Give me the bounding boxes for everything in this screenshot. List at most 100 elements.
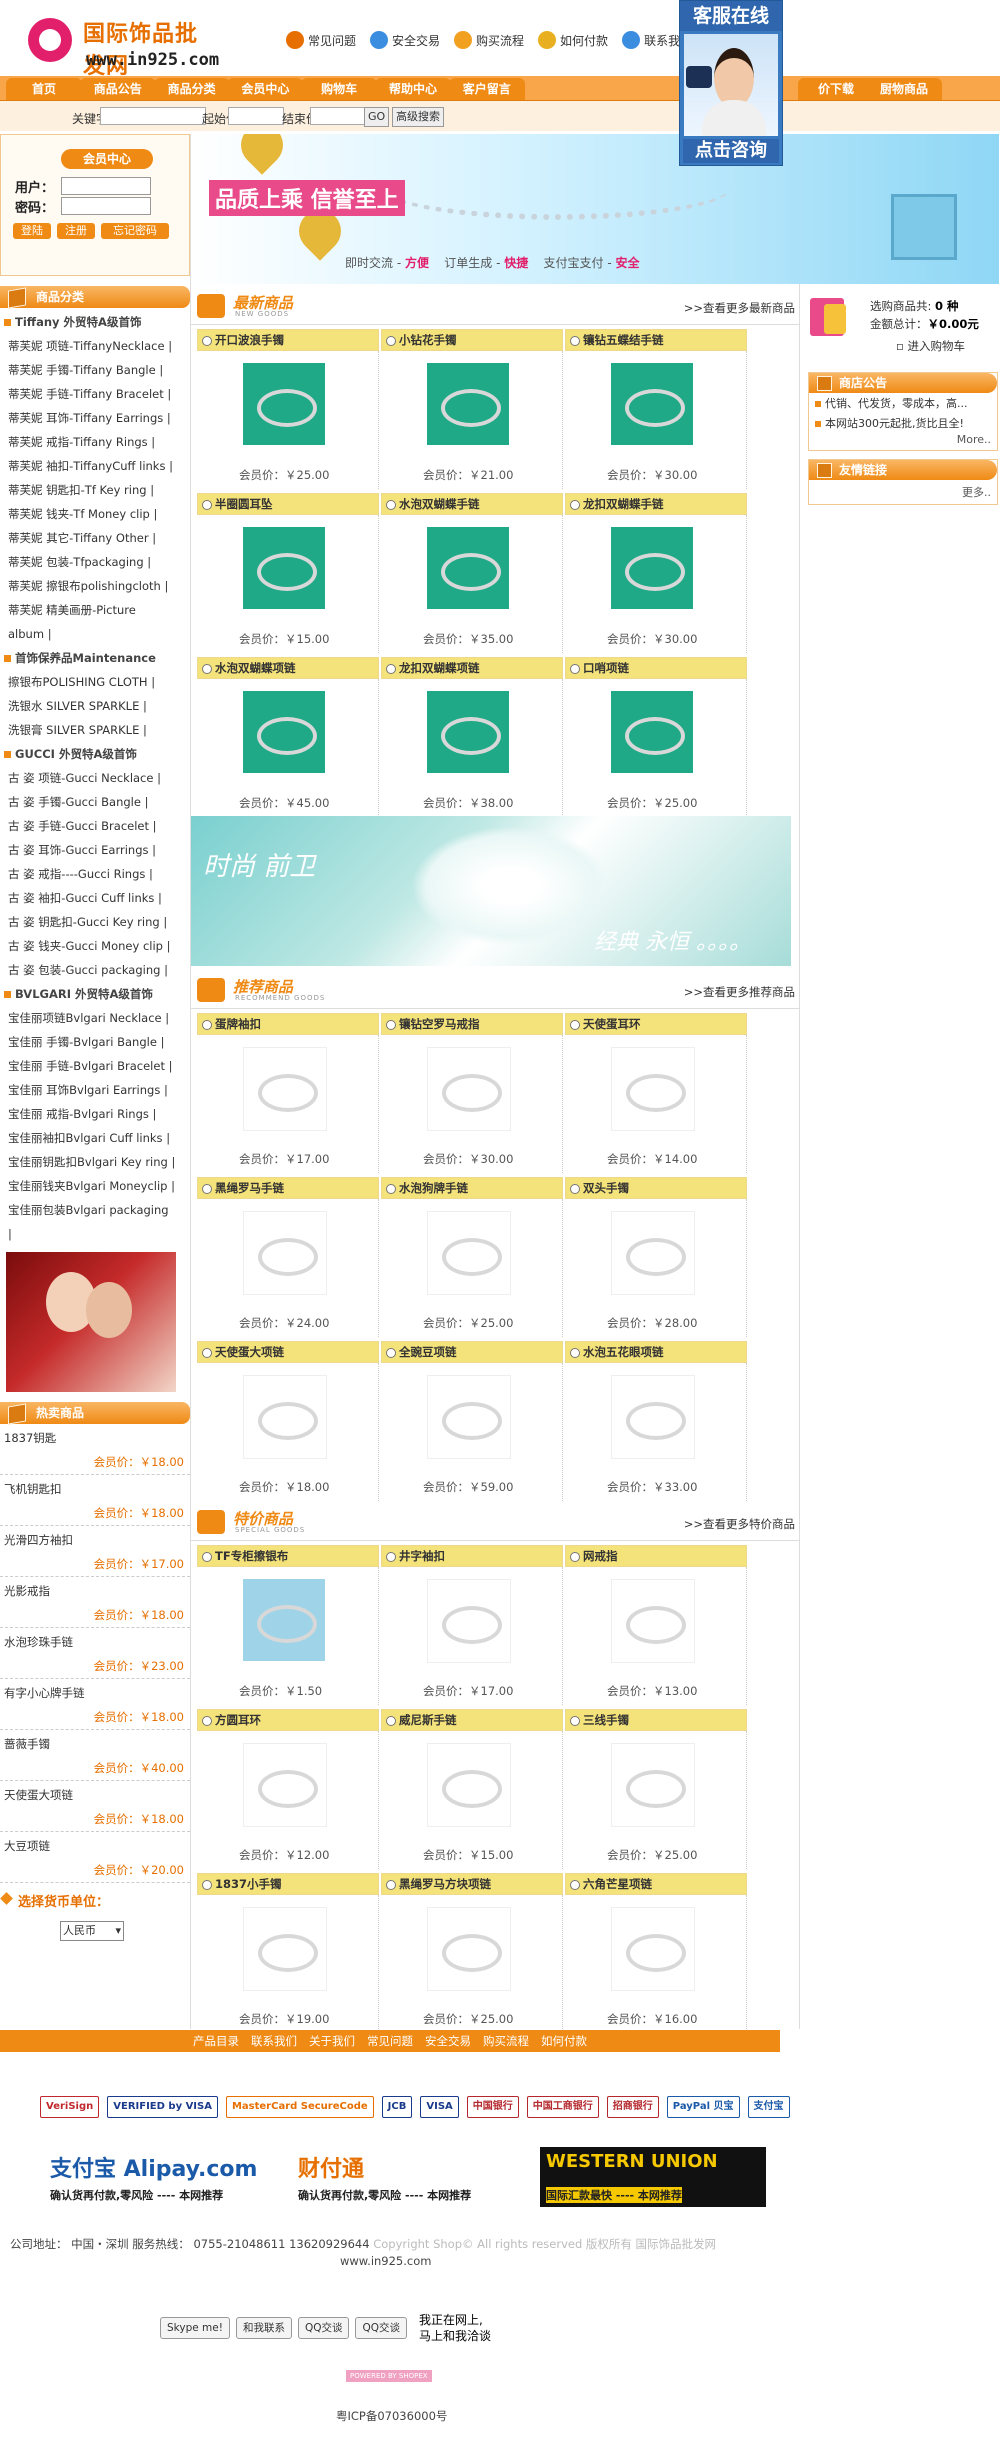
product-name[interactable]: 六角芒星项链 xyxy=(565,1873,747,1895)
customer-service-widget[interactable]: 客服在线 点击咨询 xyxy=(679,0,783,166)
category-item[interactable]: 宝佳丽 手链-Bvlgari Bracelet | xyxy=(0,1054,190,1078)
product-card[interactable]: 黑绳罗马手链 会员价：￥24.00 xyxy=(197,1177,379,1337)
category-item[interactable]: 古 姿 耳饰-Gucci Earrings | xyxy=(0,838,190,862)
product-name[interactable]: 天使蛋大项链 xyxy=(197,1341,379,1363)
product-image[interactable] xyxy=(427,363,509,445)
category-item[interactable]: 蒂芙妮 袖扣-TiffanyCuff links | xyxy=(0,454,190,478)
hot-item[interactable]: 1837钥匙 会员价：￥18.00 xyxy=(0,1424,190,1475)
nav-item[interactable]: 帮助中心 xyxy=(375,78,451,100)
category-item[interactable]: 古 姿 钥匙扣-Gucci Key ring | xyxy=(0,910,190,934)
product-card[interactable]: 1837小手镯 会员价：￥19.00 xyxy=(197,1873,379,2033)
product-name[interactable]: 开口波浪手镯 xyxy=(197,329,379,351)
username-input[interactable] xyxy=(61,177,151,195)
product-name[interactable]: 龙扣双蝴蝶项链 xyxy=(381,657,563,679)
product-name[interactable]: TF专柜擦银布 xyxy=(197,1545,379,1567)
category-item[interactable]: 古 姿 手链-Gucci Bracelet | xyxy=(0,814,190,838)
product-card[interactable]: 水泡双蝴蝶项链 会员价：￥45.00 xyxy=(197,657,379,817)
nav-item[interactable]: 购物车 xyxy=(301,78,378,100)
keyword-input[interactable] xyxy=(100,107,206,125)
category-item[interactable]: 蒂芙妮 钱夹-Tf Money clip | xyxy=(0,502,190,526)
footer-site-url[interactable]: www.in925.com xyxy=(340,2254,431,2268)
product-image[interactable] xyxy=(611,1579,695,1663)
western-union-badge[interactable]: WESTERN UNION 国际汇款最快 ---- 本网推荐 xyxy=(540,2147,766,2207)
hot-item[interactable]: 蔷薇手镯 会员价：￥40.00 xyxy=(0,1730,190,1781)
category-item[interactable]: 宝佳丽 手镯-Bvlgari Bangle | xyxy=(0,1030,190,1054)
product-image[interactable] xyxy=(243,691,325,773)
product-card[interactable]: 天使蛋耳环 会员价：￥14.00 xyxy=(565,1013,747,1173)
category-item[interactable]: 宝佳丽 戒指-Bvlgari Rings | xyxy=(0,1102,190,1126)
hot-item[interactable]: 有字小心牌手链 会员价：￥18.00 xyxy=(0,1679,190,1730)
product-card[interactable]: 小钻花手镯 会员价：￥21.00 xyxy=(381,329,563,489)
product-card[interactable]: 水泡五花眼项链 会员价：￥33.00 xyxy=(565,1341,747,1501)
product-name[interactable]: 镶钻五蝶结手链 xyxy=(565,329,747,351)
contact-button[interactable]: QQ交谈 xyxy=(297,2317,350,2339)
nav-item[interactable]: 商品分类 xyxy=(153,78,230,100)
category-item[interactable]: 蒂芙妮 精美画册-Picture xyxy=(0,598,190,622)
hot-item[interactable]: 水泡珍珠手链 会员价：￥23.00 xyxy=(0,1628,190,1679)
product-name[interactable]: 威尼斯手链 xyxy=(381,1709,563,1731)
nav-item[interactable]: 商品公告 xyxy=(79,78,156,100)
category-item[interactable]: 蒂芙妮 其它-Tiffany Other | xyxy=(0,526,190,550)
currency-select[interactable]: 人民币 xyxy=(60,1921,124,1941)
footer-nav-link[interactable]: 安全交易 xyxy=(425,2030,471,2052)
category-item[interactable]: 蒂芙妮 手镯-Tiffany Bangle | xyxy=(0,358,190,382)
product-image[interactable] xyxy=(611,691,693,773)
end-price-input[interactable] xyxy=(310,107,366,125)
product-name[interactable]: 水泡双蝴蝶手链 xyxy=(381,493,563,515)
category-item[interactable]: 宝佳丽钥匙扣Bvlgari Key ring | xyxy=(0,1150,190,1174)
notice-more-link[interactable]: More.. xyxy=(809,433,997,450)
icp-record[interactable]: 粤ICP备07036000号 xyxy=(336,2408,447,2424)
category-group[interactable]: GUCCI 外贸特A级首饰 xyxy=(0,742,190,766)
product-image[interactable] xyxy=(427,1375,511,1459)
footer-nav-link[interactable]: 购买流程 xyxy=(483,2030,529,2052)
chat-invite[interactable]: 我正在网上, 马上和我洽谈 xyxy=(419,2312,491,2344)
product-image[interactable] xyxy=(243,1211,327,1295)
product-name[interactable]: 水泡五花眼项链 xyxy=(565,1341,747,1363)
product-image[interactable] xyxy=(427,1907,511,1991)
nav-item[interactable]: 价下载 xyxy=(798,78,874,100)
product-name[interactable]: 黑绳罗马手链 xyxy=(197,1177,379,1199)
product-image[interactable] xyxy=(243,1743,327,1827)
top-link[interactable]: 购买流程 xyxy=(454,30,524,50)
product-card[interactable]: 全豌豆项链 会员价：￥59.00 xyxy=(381,1341,563,1501)
top-link[interactable]: 如何付款 xyxy=(538,30,608,50)
product-card[interactable]: 镶钻空罗马戒指 会员价：￥30.00 xyxy=(381,1013,563,1173)
category-item[interactable]: 蒂芙妮 擦银布polishingcloth | xyxy=(0,574,190,598)
product-name[interactable]: 龙扣双蝴蝶手链 xyxy=(565,493,747,515)
top-link[interactable]: 常见问题 xyxy=(286,30,356,50)
product-image[interactable] xyxy=(611,527,693,609)
product-name[interactable]: 网戒指 xyxy=(565,1545,747,1567)
tenpay-badge[interactable]: 财付通 确认货再付款,零风险 ---- 本网推荐 xyxy=(292,2147,518,2207)
product-name[interactable]: 双头手镯 xyxy=(565,1177,747,1199)
nav-item[interactable]: 厨物商品 xyxy=(866,78,942,100)
product-card[interactable]: 龙扣双蝴蝶项链 会员价：￥38.00 xyxy=(381,657,563,817)
top-banner[interactable]: 品质上乘 信誉至上 即时交流 - 方便 订单生成 - 快捷 支付宝支付 - 安全 xyxy=(191,134,999,284)
forgot-password-button[interactable]: 忘记密码 xyxy=(101,223,169,239)
site-logo[interactable]: 国际饰品批发网 www.in925.com xyxy=(28,14,219,79)
product-image[interactable] xyxy=(243,1579,325,1661)
product-card[interactable]: 龙扣双蝴蝶手链 会员价：￥30.00 xyxy=(565,493,747,653)
nav-item[interactable]: 会员中心 xyxy=(227,78,304,100)
ribbon-banner[interactable]: 时尚 前卫 经典 永恒 。。。。 xyxy=(191,816,791,966)
category-item[interactable]: 蒂芙妮 耳饰-Tiffany Earrings | xyxy=(0,406,190,430)
footer-nav-link[interactable]: 关于我们 xyxy=(309,2030,355,2052)
product-image[interactable] xyxy=(427,1743,511,1827)
nav-item[interactable]: 客户留言 xyxy=(448,78,525,100)
category-item[interactable]: 古 姿 项链-Gucci Necklace | xyxy=(0,766,190,790)
category-item[interactable]: 洗银膏 SILVER SPARKLE | xyxy=(0,718,190,742)
product-image[interactable] xyxy=(243,363,325,445)
product-image[interactable] xyxy=(611,1743,695,1827)
product-image[interactable] xyxy=(427,527,509,609)
promo-couple-image[interactable] xyxy=(6,1252,176,1392)
category-item[interactable]: 古 姿 钱夹-Gucci Money clip | xyxy=(0,934,190,958)
hot-item[interactable]: 大豆项链 会员价：￥20.00 xyxy=(0,1832,190,1883)
category-item[interactable]: 宝佳丽钱夹Bvlgari Moneyclip | xyxy=(0,1174,190,1198)
category-item[interactable]: 洗银水 SILVER SPARKLE | xyxy=(0,694,190,718)
product-name[interactable]: 天使蛋耳环 xyxy=(565,1013,747,1035)
start-price-input[interactable] xyxy=(228,107,284,125)
notice-item[interactable]: 本网站300元起批,货比且全! xyxy=(809,413,997,433)
category-item[interactable]: 宝佳丽项链Bvlgari Necklace | xyxy=(0,1006,190,1030)
product-image[interactable] xyxy=(611,1375,695,1459)
hot-item[interactable]: 光影戒指 会员价：￥18.00 xyxy=(0,1577,190,1628)
notice-item[interactable]: 代销、代发货，零成本，高... xyxy=(809,393,997,413)
